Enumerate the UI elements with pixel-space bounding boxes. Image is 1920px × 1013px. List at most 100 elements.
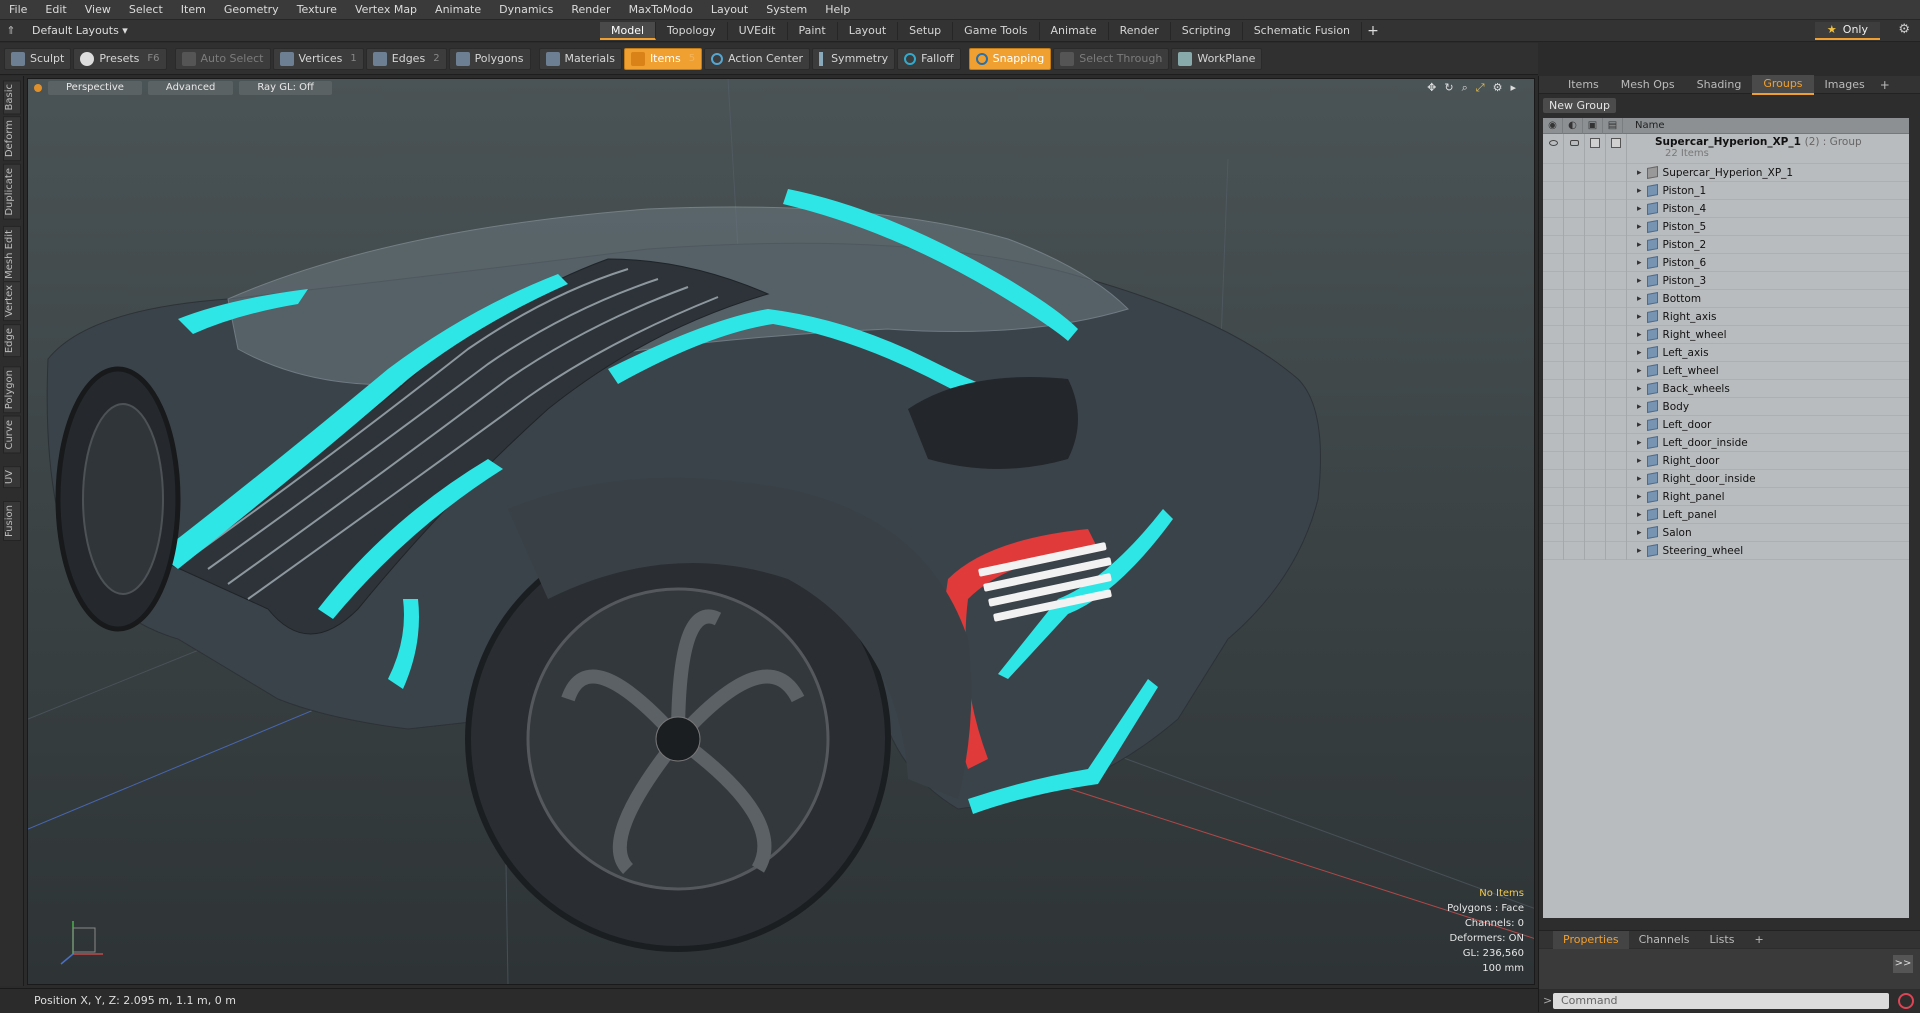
presets-button[interactable]: Presets F6 (73, 47, 167, 70)
list-item[interactable]: ▸ Piston_5 (1543, 217, 1909, 236)
list-item[interactable]: ▸ Piston_4 (1543, 199, 1909, 218)
menu-item-select[interactable]: Select (120, 0, 172, 20)
action-center-button[interactable]: Action Center (704, 47, 811, 70)
tab-schematic-fusion[interactable]: Schematic Fusion (1243, 21, 1363, 40)
expand-arrow-icon[interactable]: ▸ (1637, 474, 1642, 484)
expand-arrow-icon[interactable]: ▸ (1637, 402, 1642, 412)
list-item[interactable]: ▸ Piston_6 (1543, 253, 1909, 272)
lock-checkbox[interactable] (1590, 138, 1600, 148)
view-mode-button[interactable]: Perspective (48, 81, 142, 95)
tab-paint[interactable]: Paint (788, 21, 838, 40)
lock-column-icon[interactable]: ▣ (1583, 117, 1603, 134)
menu-item-texture[interactable]: Texture (288, 0, 346, 20)
fit-icon[interactable]: ⤢ (1476, 81, 1485, 95)
vtab-deform[interactable]: Deform (3, 116, 21, 162)
vtab-edge[interactable]: Edge (3, 324, 21, 358)
tab-uvedit[interactable]: UVEdit (728, 21, 788, 40)
bottom-tab-channels[interactable]: Channels (1629, 931, 1700, 949)
vtab-curve[interactable]: Curve (3, 416, 21, 454)
falloff-button[interactable]: Falloff (897, 47, 961, 70)
menu-item-dynamics[interactable]: Dynamics (490, 0, 562, 20)
vertices-button[interactable]: Vertices 1 (272, 47, 364, 70)
polygons-button[interactable]: Polygons (448, 47, 531, 70)
list-item[interactable]: ▸ Salon (1543, 523, 1909, 542)
menu-item-render[interactable]: Render (562, 0, 619, 20)
eye-icon[interactable] (1548, 140, 1558, 146)
list-item[interactable]: ▸ Bottom (1543, 289, 1909, 308)
tab-model[interactable]: Model (600, 21, 657, 40)
vtab-mesh-edit[interactable]: Mesh Edit (3, 226, 21, 283)
expand-arrow-icon[interactable]: ▸ (1637, 420, 1642, 430)
materials-button[interactable]: Materials (538, 47, 622, 70)
tab-render[interactable]: Render (1109, 21, 1171, 40)
group-row[interactable]: Supercar_Hyperion_XP_1 (2) : Group 22 It… (1543, 134, 1909, 164)
vtab-basic[interactable]: Basic (3, 80, 21, 115)
tab-setup[interactable]: Setup (898, 21, 954, 40)
viewport-menu-dot[interactable] (34, 84, 42, 92)
vtab-uv[interactable]: UV (3, 466, 21, 489)
symmetry-button[interactable]: Symmetry (812, 47, 896, 70)
tab-game-tools[interactable]: Game Tools (953, 21, 1040, 40)
new-group-button[interactable]: New Group (1543, 98, 1616, 113)
add-bottom-tab-button[interactable]: + (1744, 931, 1773, 949)
list-item[interactable]: ▸ Piston_1 (1543, 181, 1909, 200)
select-through-button[interactable]: Select Through (1053, 47, 1170, 70)
tab-animate[interactable]: Animate (1040, 21, 1109, 40)
panel-tab-mesh-ops[interactable]: Mesh Ops (1610, 76, 1686, 94)
render-icon[interactable] (1569, 140, 1579, 146)
shading-mode-button[interactable]: Advanced (147, 81, 234, 95)
menu-item-layout[interactable]: Layout (702, 0, 757, 20)
visibility-column-icon[interactable]: ◉ (1543, 117, 1563, 134)
list-item[interactable]: ▸ Body (1543, 397, 1909, 416)
menu-item-item[interactable]: Item (172, 0, 215, 20)
add-layout-tab-button[interactable]: + (1362, 23, 1384, 39)
list-item[interactable]: ▸ Right_panel (1543, 487, 1909, 506)
menu-item-help[interactable]: Help (816, 0, 859, 20)
viewport-expand-icon[interactable]: ▸ (1510, 81, 1516, 95)
add-panel-tab-button[interactable]: + (1876, 78, 1894, 92)
viewport-settings-icon[interactable]: ⚙ (1493, 81, 1503, 95)
zoom-icon[interactable]: ⌕ (1462, 81, 1468, 95)
menu-item-geometry[interactable]: Geometry (215, 0, 288, 20)
menu-item-vertex-map[interactable]: Vertex Map (346, 0, 426, 20)
expand-arrow-icon[interactable]: ▸ (1637, 240, 1642, 250)
workplane-button[interactable]: WorkPlane (1171, 47, 1263, 70)
vtab-duplicate[interactable]: Duplicate (3, 164, 21, 220)
auto-select-button[interactable]: Auto Select (174, 47, 271, 70)
bottom-tab-properties[interactable]: Properties (1553, 930, 1629, 949)
stop-icon[interactable] (1898, 993, 1914, 1009)
edges-button[interactable]: Edges 2 (365, 47, 447, 70)
list-item[interactable]: ▸ Left_door_inside (1543, 433, 1909, 452)
menu-item-animate[interactable]: Animate (426, 0, 490, 20)
expand-arrow-icon[interactable]: ▸ (1637, 366, 1642, 376)
panel-tab-shading[interactable]: Shading (1686, 76, 1753, 94)
layout-dropdown[interactable]: Default Layouts ▾ (22, 24, 128, 37)
expand-arrow-icon[interactable]: ▸ (1637, 186, 1642, 196)
expand-arrow-icon[interactable]: ▸ (1637, 492, 1642, 502)
panel-tab-images[interactable]: Images (1814, 76, 1876, 94)
3d-viewport[interactable]: Perspective Advanced Ray GL: Off ✥ ↻ ⌕ ⤢… (27, 78, 1535, 985)
tab-scripting[interactable]: Scripting (1171, 21, 1243, 40)
vtab-vertex[interactable]: Vertex (3, 281, 21, 322)
tab-layout[interactable]: Layout (838, 21, 899, 40)
expand-arrow-icon[interactable]: ▸ (1637, 384, 1642, 394)
list-item[interactable]: ▸ Right_door (1543, 451, 1909, 470)
panel-tab-groups[interactable]: Groups (1752, 74, 1814, 95)
layout-expand-icon[interactable]: ⇑ (0, 20, 22, 42)
expand-arrow-icon[interactable]: ▸ (1637, 456, 1642, 466)
only-toggle[interactable]: ★ Only (1814, 22, 1880, 40)
command-input[interactable]: Command (1553, 993, 1889, 1009)
vtab-fusion[interactable]: Fusion (3, 501, 21, 541)
rotate-icon[interactable]: ↻ (1444, 81, 1453, 95)
expand-arrow-icon[interactable]: ▸ (1637, 258, 1642, 268)
snapping-button[interactable]: Snapping (968, 47, 1052, 70)
expand-arrow-icon[interactable]: ▸ (1637, 330, 1642, 340)
list-item[interactable]: ▸ Left_panel (1543, 505, 1909, 524)
panel-tab-items[interactable]: Items (1557, 76, 1610, 94)
menu-item-file[interactable]: File (0, 0, 36, 20)
bottom-tab-lists[interactable]: Lists (1700, 931, 1745, 949)
sculpt-button[interactable]: Sculpt (4, 47, 72, 70)
expand-arrow-icon[interactable]: ▸ (1637, 546, 1642, 556)
tab-topology[interactable]: Topology (656, 21, 728, 40)
vtab-polygon[interactable]: Polygon (3, 366, 21, 414)
